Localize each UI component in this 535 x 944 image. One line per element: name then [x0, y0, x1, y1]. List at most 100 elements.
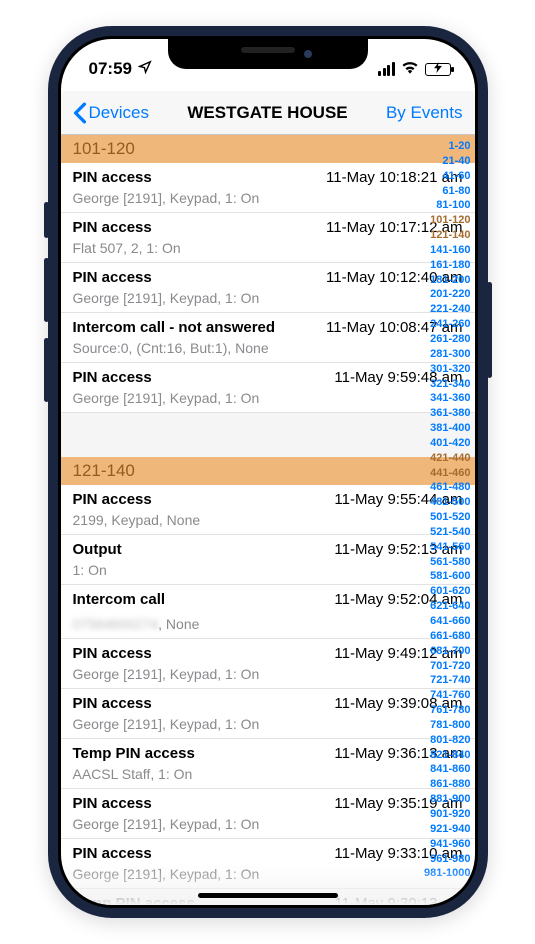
index-item[interactable]: 681-700 [424, 644, 471, 659]
index-item[interactable]: 881-900 [424, 792, 471, 807]
event-row[interactable]: PIN access11-May 9:35:19 amGeorge [2191]… [61, 789, 475, 839]
index-item[interactable]: 341-360 [424, 391, 471, 406]
event-title: PIN access [73, 695, 152, 712]
page-title: WESTGATE HOUSE [187, 103, 347, 123]
event-title: PIN access [73, 491, 152, 508]
back-button[interactable]: Devices [73, 102, 149, 124]
index-item[interactable]: 581-600 [424, 569, 471, 584]
event-detail: George [2191], Keypad, 1: On [73, 866, 463, 882]
home-indicator[interactable] [198, 893, 338, 898]
index-item[interactable]: 621-640 [424, 599, 471, 614]
index-item[interactable]: 481-500 [424, 495, 471, 510]
index-item[interactable]: 141-160 [424, 243, 471, 258]
index-item[interactable]: 81-100 [424, 198, 471, 213]
by-events-button[interactable]: By Events [386, 103, 463, 123]
index-item[interactable]: 781-800 [424, 718, 471, 733]
event-row[interactable]: PIN access11-May 9:55:44 am2199, Keypad,… [61, 485, 475, 535]
mute-switch [44, 202, 49, 238]
index-item[interactable]: 801-820 [424, 733, 471, 748]
status-time: 07:59 [89, 59, 132, 79]
index-item[interactable]: 501-520 [424, 510, 471, 525]
index-item[interactable]: 161-180 [424, 258, 471, 273]
index-item[interactable]: 261-280 [424, 332, 471, 347]
index-item[interactable]: 821-840 [424, 748, 471, 763]
index-item[interactable]: 441-460 [424, 466, 471, 481]
index-item[interactable]: 321-340 [424, 377, 471, 392]
index-item[interactable]: 761-780 [424, 703, 471, 718]
index-item[interactable]: 121-140 [424, 228, 471, 243]
event-row[interactable]: Intercom call11-May 9:52:04 am0756460027… [61, 585, 475, 639]
event-detail: Source:0, (Cnt:16, But:1), None [73, 340, 463, 356]
location-icon [138, 59, 152, 79]
event-title: PIN access [73, 795, 152, 812]
index-item[interactable]: 301-320 [424, 362, 471, 377]
index-item[interactable]: 721-740 [424, 673, 471, 688]
event-title: PIN access [73, 369, 152, 386]
index-item[interactable]: 221-240 [424, 302, 471, 317]
index-item[interactable]: 241-260 [424, 317, 471, 332]
index-item[interactable]: 41-60 [424, 169, 471, 184]
index-item[interactable]: 641-660 [424, 614, 471, 629]
index-item[interactable]: 841-860 [424, 762, 471, 777]
event-detail: George [2191], Keypad, 1: On [73, 816, 463, 832]
event-row[interactable]: Intercom call - not answered11-May 10:08… [61, 313, 475, 363]
index-item[interactable]: 281-300 [424, 347, 471, 362]
power-button [487, 282, 492, 378]
index-item[interactable]: 601-620 [424, 584, 471, 599]
event-row[interactable]: PIN access11-May 10:17:12 amFlat 507, 2,… [61, 213, 475, 263]
index-item[interactable]: 201-220 [424, 287, 471, 302]
index-item[interactable]: 701-720 [424, 659, 471, 674]
event-detail: 2199, Keypad, None [73, 512, 463, 528]
content-area: 101-120PIN access11-May 10:18:21 amGeorg… [61, 135, 475, 905]
event-row[interactable]: PIN access11-May 10:12:40 amGeorge [2191… [61, 263, 475, 313]
index-item[interactable]: 941-960 [424, 837, 471, 852]
event-row[interactable]: PIN access11-May 9:59:48 amGeorge [2191]… [61, 363, 475, 413]
event-detail: George [2191], Keypad, 1: On [73, 290, 463, 306]
event-row[interactable]: Temp PIN access11-May 9:36:13 amAACSL St… [61, 739, 475, 789]
event-row[interactable]: PIN access11-May 9:49:12 amGeorge [2191]… [61, 639, 475, 689]
index-item[interactable]: 561-580 [424, 555, 471, 570]
index-item[interactable]: 1-20 [424, 139, 471, 154]
index-item[interactable]: 981-1000 [424, 866, 471, 881]
event-detail: AACSL Staff, 1: On [73, 766, 463, 782]
event-detail: Flat 507, 2, 1: On [73, 240, 463, 256]
index-item[interactable]: 541-560 [424, 540, 471, 555]
event-row[interactable]: PIN access11-May 9:39:08 amGeorge [2191]… [61, 689, 475, 739]
index-item[interactable]: 961-980 [424, 852, 471, 867]
index-item[interactable]: 361-380 [424, 406, 471, 421]
index-item[interactable]: 901-920 [424, 807, 471, 822]
event-title: Temp PIN access [73, 895, 195, 905]
chevron-left-icon [73, 102, 87, 124]
battery-icon [425, 63, 451, 76]
event-detail: 07564600274, None [73, 612, 463, 632]
group-header: 121-140 [61, 457, 475, 485]
event-detail: George [2191], Keypad, 1: On [73, 190, 463, 206]
index-item[interactable]: 741-760 [424, 688, 471, 703]
event-row[interactable]: PIN access11-May 10:18:21 amGeorge [2191… [61, 163, 475, 213]
volume-up-button [44, 258, 49, 322]
index-item[interactable]: 421-440 [424, 451, 471, 466]
back-label: Devices [89, 103, 149, 123]
event-row[interactable]: PIN access11-May 9:33:10 amGeorge [2191]… [61, 839, 475, 889]
event-title: PIN access [73, 645, 152, 662]
index-item[interactable]: 61-80 [424, 184, 471, 199]
index-item[interactable]: 461-480 [424, 480, 471, 495]
index-item[interactable]: 861-880 [424, 777, 471, 792]
index-item[interactable]: 921-940 [424, 822, 471, 837]
event-row[interactable]: Output11-May 9:52:13 am1: On [61, 535, 475, 585]
event-detail: George [2191], Keypad, 1: On [73, 666, 463, 682]
index-item[interactable]: 101-120 [424, 213, 471, 228]
event-title: Temp PIN access [73, 745, 195, 762]
index-item[interactable]: 21-40 [424, 154, 471, 169]
index-item[interactable]: 661-680 [424, 629, 471, 644]
index-item[interactable]: 181-200 [424, 273, 471, 288]
index-item[interactable]: 521-540 [424, 525, 471, 540]
event-detail: 1: On [73, 562, 463, 578]
notch [168, 39, 368, 69]
section-index[interactable]: 1-2021-4041-6061-8081-100101-120121-1401… [424, 135, 471, 905]
charging-icon [434, 62, 442, 76]
index-item[interactable]: 381-400 [424, 421, 471, 436]
volume-down-button [44, 338, 49, 402]
index-item[interactable]: 401-420 [424, 436, 471, 451]
event-list[interactable]: 101-120PIN access11-May 10:18:21 amGeorg… [61, 135, 475, 905]
